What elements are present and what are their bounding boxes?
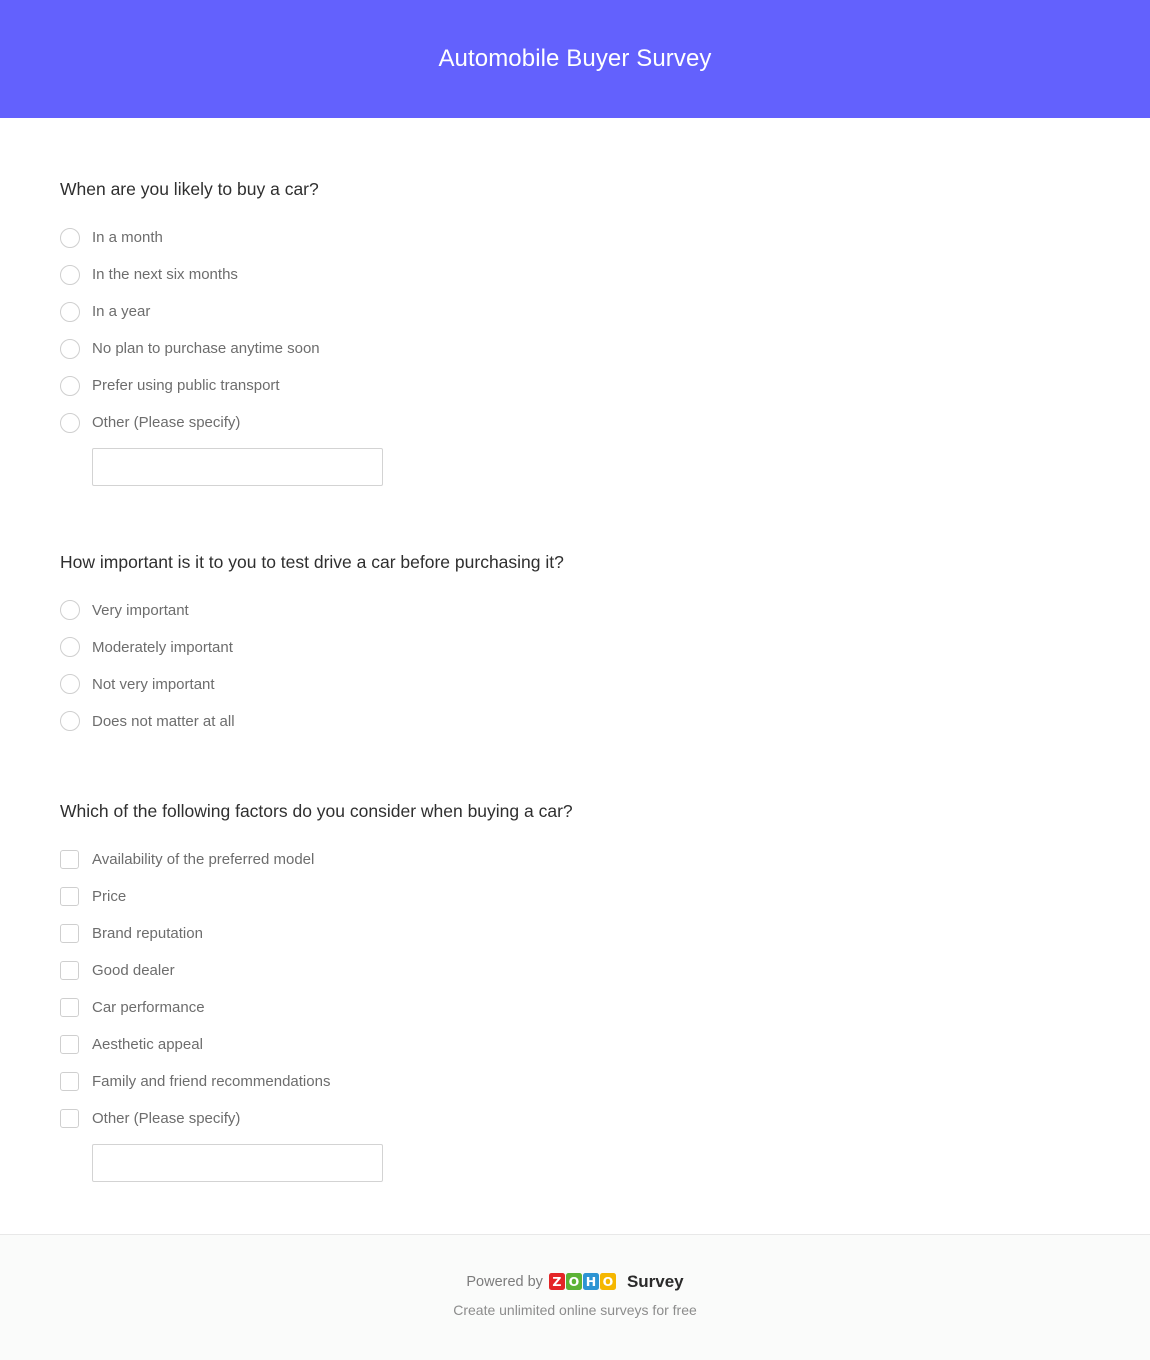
- radio-option-very-important[interactable]: Very important: [60, 596, 1090, 624]
- option-list-1: In a month In the next six months In a y…: [60, 224, 1090, 437]
- radio-circle-icon[interactable]: [60, 600, 80, 621]
- survey-body: When are you likely to buy a car? In a m…: [0, 118, 1150, 1234]
- question-block-3: Which of the following factors do you co…: [60, 800, 1090, 1182]
- radio-option-in-a-year[interactable]: In a year: [60, 298, 1090, 326]
- radio-circle-icon[interactable]: [60, 637, 80, 658]
- zoho-letter-tile-o2: O: [599, 1273, 616, 1290]
- checkbox-square-icon[interactable]: [60, 1109, 79, 1129]
- question-block-1: When are you likely to buy a car? In a m…: [60, 178, 1090, 486]
- zoho-letter-tile-z: Z: [548, 1273, 565, 1290]
- option-label: Prefer using public transport: [92, 377, 280, 395]
- checkbox-square-icon[interactable]: [60, 850, 79, 870]
- other-input-wrap-1: [60, 447, 1090, 486]
- checkbox-square-icon[interactable]: [60, 961, 79, 981]
- radio-option-prefer-public-transport[interactable]: Prefer using public transport: [60, 372, 1090, 400]
- zoho-letter-tile-o1: O: [565, 1273, 582, 1290]
- radio-circle-icon[interactable]: [60, 375, 80, 396]
- survey-page: Automobile Buyer Survey When are you lik…: [0, 0, 1150, 1360]
- checkbox-option-other[interactable]: Other (Please specify): [60, 1105, 1090, 1133]
- checkbox-option-car-performance[interactable]: Car performance: [60, 994, 1090, 1022]
- option-list-2: Very important Moderately important Not …: [60, 596, 1090, 735]
- option-label: In the next six months: [92, 266, 238, 284]
- radio-option-does-not-matter-at-all[interactable]: Does not matter at all: [60, 707, 1090, 735]
- option-label: Moderately important: [92, 638, 233, 656]
- radio-option-no-plan-to-purchase[interactable]: No plan to purchase anytime soon: [60, 335, 1090, 363]
- option-label: In a year: [92, 303, 151, 321]
- radio-circle-icon[interactable]: [60, 711, 80, 732]
- radio-circle-icon[interactable]: [60, 674, 80, 695]
- option-label: In a month: [92, 229, 163, 247]
- radio-circle-icon[interactable]: [60, 227, 80, 248]
- checkbox-option-good-dealer[interactable]: Good dealer: [60, 957, 1090, 985]
- other-input-wrap-3: [60, 1143, 1090, 1182]
- other-specify-input-1[interactable]: [92, 447, 383, 486]
- radio-circle-icon[interactable]: [60, 301, 80, 322]
- survey-header: Automobile Buyer Survey: [0, 0, 1150, 118]
- radio-circle-icon[interactable]: [60, 412, 80, 433]
- footer-tagline: Create unlimited online surveys for free: [453, 1301, 697, 1318]
- option-label: Not very important: [92, 675, 215, 693]
- option-label: No plan to purchase anytime soon: [92, 340, 320, 358]
- checkbox-square-icon[interactable]: [60, 998, 79, 1018]
- checkbox-option-brand-reputation[interactable]: Brand reputation: [60, 920, 1090, 948]
- survey-title: Automobile Buyer Survey: [438, 44, 712, 72]
- radio-option-in-the-next-six-months[interactable]: In the next six months: [60, 261, 1090, 289]
- option-label: Availability of the preferred model: [92, 851, 315, 869]
- question-title-3: Which of the following factors do you co…: [60, 801, 573, 822]
- radio-circle-icon[interactable]: [60, 264, 80, 285]
- radio-option-moderately-important[interactable]: Moderately important: [60, 633, 1090, 661]
- other-specify-input-3[interactable]: [92, 1143, 383, 1182]
- checkbox-square-icon[interactable]: [60, 1035, 79, 1055]
- option-label: Price: [92, 888, 127, 906]
- checkbox-option-price[interactable]: Price: [60, 883, 1090, 911]
- radio-option-in-a-month[interactable]: In a month: [60, 224, 1090, 252]
- survey-footer: Powered by Z O H O Survey Create unlimit…: [0, 1234, 1150, 1360]
- radio-option-other[interactable]: Other (Please specify): [60, 409, 1090, 437]
- powered-by-label: Powered by: [466, 1273, 543, 1290]
- radio-circle-icon[interactable]: [60, 338, 80, 359]
- zoho-product-name: Survey: [626, 1271, 684, 1291]
- option-label: Does not matter at all: [92, 712, 235, 730]
- question-title-1: When are you likely to buy a car?: [60, 179, 319, 199]
- checkbox-square-icon[interactable]: [60, 887, 79, 907]
- option-label: Aesthetic appeal: [92, 1036, 203, 1054]
- option-label: Other (Please specify): [92, 414, 241, 432]
- option-label: Good dealer: [92, 962, 175, 980]
- option-label: Brand reputation: [92, 925, 203, 943]
- zoho-logo-icon: Z O H O: [548, 1273, 616, 1290]
- question-title-2: How important is it to you to test drive…: [60, 551, 564, 572]
- checkbox-option-aesthetic-appeal[interactable]: Aesthetic appeal: [60, 1031, 1090, 1059]
- powered-by-row: Powered by Z O H O Survey: [466, 1272, 683, 1292]
- checkbox-option-availability-of-preferred-model[interactable]: Availability of the preferred model: [60, 846, 1090, 874]
- question-block-2: How important is it to you to test drive…: [60, 551, 1090, 736]
- option-label: Car performance: [92, 999, 205, 1017]
- option-label: Family and friend recommendations: [92, 1073, 331, 1091]
- option-list-3: Availability of the preferred model Pric…: [60, 846, 1090, 1133]
- checkbox-option-family-and-friend-recommendations[interactable]: Family and friend recommendations: [60, 1068, 1090, 1096]
- option-label: Very important: [92, 601, 189, 619]
- option-label: Other (Please specify): [92, 1110, 241, 1128]
- radio-option-not-very-important[interactable]: Not very important: [60, 670, 1090, 698]
- zoho-letter-tile-h: H: [582, 1273, 599, 1290]
- checkbox-square-icon[interactable]: [60, 924, 79, 944]
- checkbox-square-icon[interactable]: [60, 1072, 79, 1092]
